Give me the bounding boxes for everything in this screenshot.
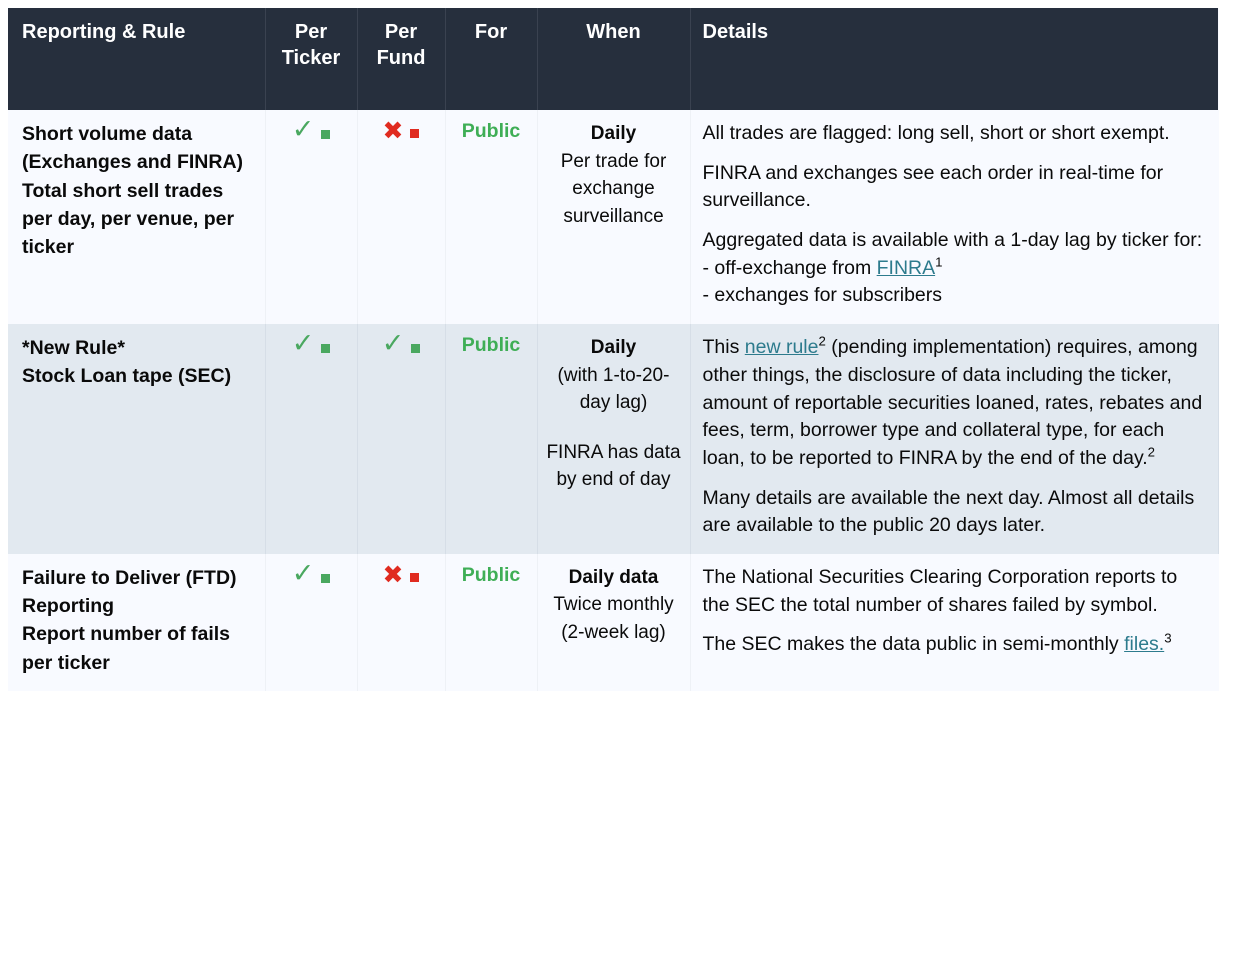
- cross-glyph: ✖: [382, 116, 404, 145]
- table-row: *New Rule* Stock Loan tape (SEC) ✓ ✓ Pub…: [8, 324, 1219, 554]
- reporting-rules-table-container: Reporting & Rule Per Ticker Per Fund For…: [8, 8, 1219, 963]
- green-square-icon: [321, 344, 331, 354]
- for-cell: Public: [445, 553, 538, 691]
- details-paragraph: The SEC makes the data public in semi-mo…: [703, 631, 1205, 659]
- rule-cell: Short volume data (Exchanges and FINRA) …: [8, 110, 266, 325]
- green-square-icon: [321, 573, 331, 583]
- details-cell: This new rule2 (pending implementation) …: [690, 324, 1219, 554]
- details-paragraph: This new rule2 (pending implementation) …: [703, 334, 1204, 472]
- per-fund-cell: ✖: [357, 553, 446, 691]
- check-mark-icon: ✓: [291, 114, 331, 145]
- red-square-icon: [410, 129, 420, 138]
- when-cell: Daily data Twice monthly (2-week lag): [537, 553, 691, 691]
- rule-line-1: Failure to Deliver (FTD) Reporting: [22, 566, 237, 618]
- reporting-rules-table: Reporting & Rule Per Ticker Per Fund For…: [8, 8, 1219, 691]
- details-paragraph: Many details are available the next day.…: [702, 486, 1195, 537]
- details-paragraph: FINRA and exchanges see each order in re…: [702, 161, 1164, 212]
- check-glyph: ✓: [381, 328, 405, 360]
- details-bullet-prefix: - off-exchange from: [702, 256, 877, 279]
- check-mark-icon: ✓: [291, 328, 331, 360]
- table-row: Short volume data (Exchanges and FINRA) …: [8, 110, 1218, 325]
- per-ticker-cell: ✓: [265, 553, 358, 691]
- when-tertiary: FINRA has data by end of day: [546, 441, 681, 491]
- check-glyph: ✓: [291, 557, 315, 589]
- footnote-marker: 2: [818, 333, 826, 349]
- green-square-icon: [321, 130, 331, 139]
- when-secondary: Twice monthly (2-week lag): [553, 594, 674, 644]
- table-row: Failure to Deliver (FTD) Reporting Repor…: [8, 553, 1218, 691]
- table-header-row: Reporting & Rule Per Ticker Per Fund For…: [8, 8, 1218, 110]
- details-paragraph: All trades are flagged: long sell, short…: [702, 122, 1170, 144]
- rule-line-2: Report number of fails per ticker: [22, 623, 231, 674]
- column-header-per-ticker: Per Ticker: [265, 8, 358, 110]
- details-paragraph: Aggregated data is available with a 1-da…: [702, 229, 1203, 252]
- column-header-for: For: [445, 8, 538, 110]
- check-mark-icon: ✓: [291, 557, 331, 589]
- check-glyph: ✓: [291, 114, 315, 145]
- details-cell: All trades are flagged: long sell, short…: [690, 110, 1218, 325]
- when-primary: Daily: [590, 337, 637, 359]
- new-rule-link[interactable]: new rule: [745, 336, 819, 358]
- per-fund-cell: ✓: [357, 324, 446, 554]
- column-header-per-fund-line2: Fund: [376, 46, 426, 69]
- rule-line-1: *New Rule*: [22, 337, 125, 360]
- check-glyph: ✓: [291, 328, 315, 360]
- files-link[interactable]: files.: [1124, 633, 1164, 655]
- table-body: Short volume data (Exchanges and FINRA) …: [8, 110, 1219, 691]
- column-header-reporting-rule: Reporting & Rule: [8, 8, 266, 110]
- column-header-per-ticker-line1: Per: [294, 21, 328, 43]
- when-cell: Daily (with 1-to-20-day lag) FINRA has d…: [537, 324, 691, 554]
- footnote-marker: 3: [1164, 630, 1172, 646]
- per-fund-cell: ✖: [357, 110, 446, 325]
- details-cell: The National Securities Clearing Corpora…: [690, 553, 1218, 691]
- footnote-marker: 2: [1147, 444, 1156, 460]
- green-square-icon: [411, 344, 421, 354]
- when-primary: Daily: [590, 123, 637, 144]
- cross-glyph: ✖: [382, 559, 404, 589]
- details-text-lead: This: [702, 336, 745, 359]
- cross-mark-icon: ✖: [383, 562, 420, 587]
- per-ticker-cell: ✓: [265, 110, 358, 325]
- details-bullet-off-exchange: - off-exchange from FINRA1: [703, 255, 1205, 283]
- rule-cell: *New Rule* Stock Loan tape (SEC): [8, 324, 266, 554]
- column-header-per-fund-line1: Per: [384, 21, 418, 43]
- rule-line-2: Total short sell trades per day, per ven…: [22, 179, 235, 259]
- details-bullet-exchanges: - exchanges for subscribers: [702, 284, 943, 307]
- rule-line-2: Stock Loan tape (SEC): [22, 365, 232, 388]
- rule-line-1: Short volume data (Exchanges and FINRA): [22, 123, 244, 174]
- check-mark-icon: ✓: [381, 328, 421, 360]
- column-header-details: Details: [690, 8, 1218, 110]
- rule-cell: Failure to Deliver (FTD) Reporting Repor…: [8, 553, 266, 691]
- per-ticker-cell: ✓: [265, 324, 358, 554]
- for-cell: Public: [445, 110, 538, 325]
- when-secondary: Per trade for exchange surveillance: [560, 150, 667, 227]
- column-header-per-fund: Per Fund: [357, 8, 446, 110]
- column-header-when: When: [537, 8, 691, 110]
- red-square-icon: [410, 572, 420, 582]
- when-primary: Daily data: [568, 566, 659, 588]
- details-text-lead: The SEC makes the data public in semi-mo…: [702, 633, 1125, 656]
- when-secondary: (with 1-to-20-day lag): [557, 364, 670, 414]
- footnote-marker: 1: [935, 254, 943, 270]
- column-header-per-ticker-line2: Ticker: [281, 46, 341, 69]
- cross-mark-icon: ✖: [383, 118, 420, 143]
- when-cell: Daily Per trade for exchange surveillanc…: [537, 110, 691, 325]
- table-header: Reporting & Rule Per Ticker Per Fund For…: [8, 8, 1218, 110]
- finra-link[interactable]: FINRA: [877, 257, 936, 279]
- details-paragraph: The National Securities Clearing Corpora…: [702, 565, 1178, 616]
- for-cell: Public: [445, 324, 538, 554]
